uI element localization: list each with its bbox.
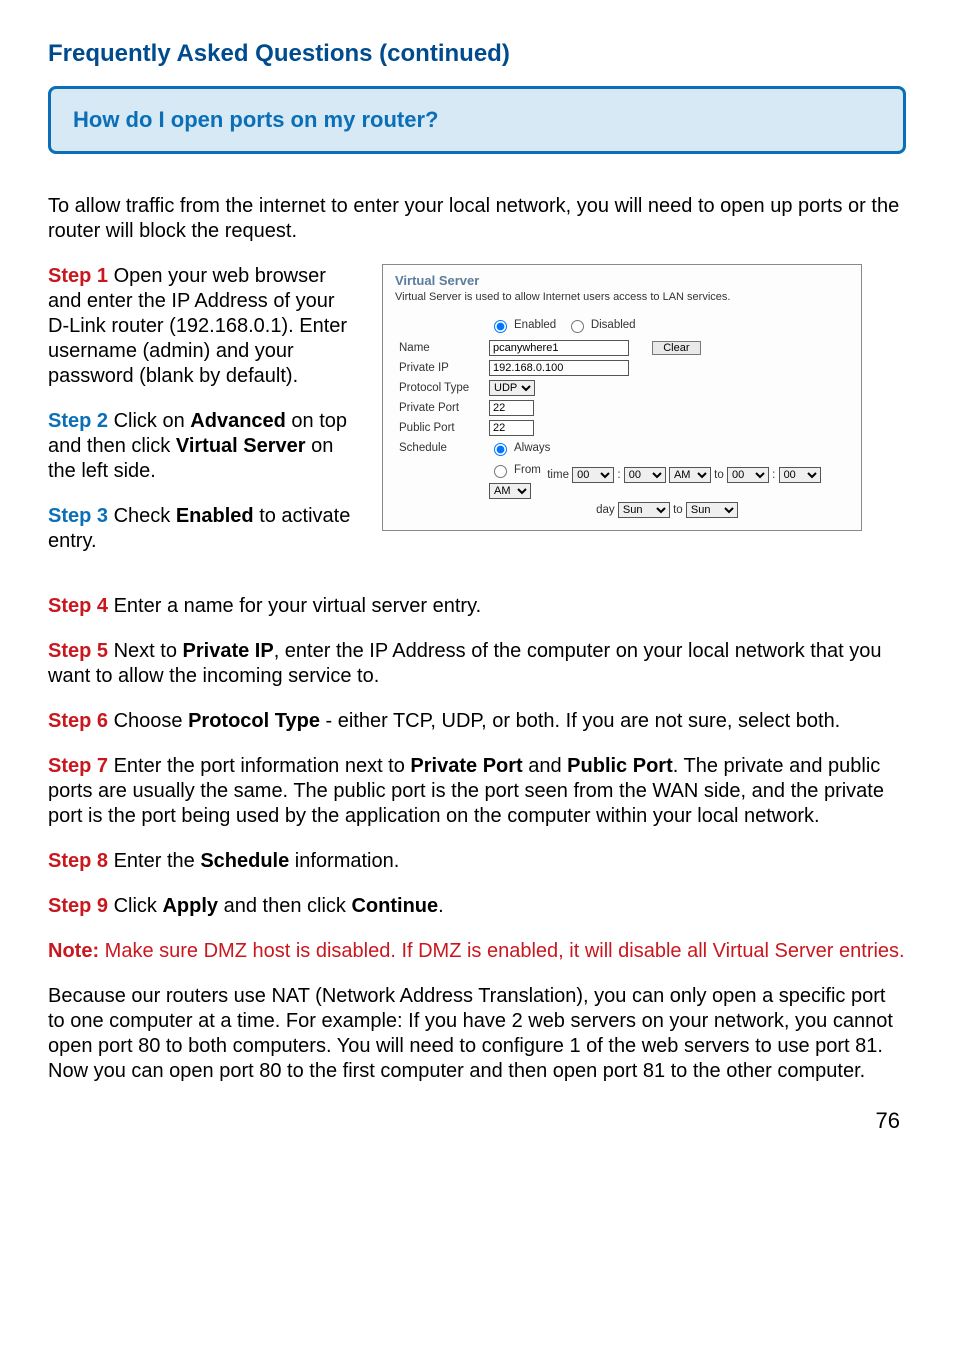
step-6-bold-a: Protocol Type [188, 710, 320, 732]
from-min-select[interactable]: 00 [624, 467, 666, 483]
disabled-radio[interactable] [571, 320, 584, 333]
step-1-label: Step 1 [48, 265, 108, 287]
private-ip-input[interactable] [489, 360, 629, 376]
step-4: Step 4 Enter a name for your virtual ser… [48, 594, 906, 619]
virtual-server-panel: Virtual Server Virtual Server is used to… [382, 264, 862, 531]
step-3-label: Step 3 [48, 505, 108, 527]
note-text: Make sure DMZ host is disabled. If DMZ i… [99, 940, 905, 962]
from-hour-select[interactable]: 00 [572, 467, 614, 483]
step-4-text: Enter a name for your virtual server ent… [108, 595, 481, 617]
step-9-bold-a: Apply [162, 895, 218, 917]
step-7: Step 7 Enter the port information next t… [48, 754, 906, 829]
step-9-text-b: and then click [218, 895, 351, 917]
step-3-text-a: Check [108, 505, 176, 527]
name-label: Name [395, 338, 485, 358]
step-8-label: Step 8 [48, 850, 108, 872]
step-5-text-a: Next to [108, 640, 182, 662]
step-7-label: Step 7 [48, 755, 108, 777]
private-port-label: Private Port [395, 398, 485, 418]
page-title: Frequently Asked Questions (continued) [48, 40, 906, 68]
note: Note: Make sure DMZ host is disabled. If… [48, 939, 906, 964]
day-from-select[interactable]: Sun [618, 502, 670, 518]
from-radio[interactable] [494, 465, 507, 478]
enabled-label: Enabled [514, 319, 556, 331]
step-2-bold-a: Advanced [190, 410, 286, 432]
step-9-text-c: . [438, 895, 444, 917]
step-5-bold-a: Private IP [183, 640, 274, 662]
step-3-bold-a: Enabled [176, 505, 254, 527]
always-radio[interactable] [494, 443, 507, 456]
schedule-label: Schedule [395, 438, 485, 520]
question-text: How do I open ports on my router? [73, 107, 881, 133]
to-hour-select[interactable]: 00 [727, 467, 769, 483]
step-5: Step 5 Next to Private IP, enter the IP … [48, 639, 906, 689]
to-label-1: to [714, 469, 724, 481]
step-9-text-a: Click [108, 895, 162, 917]
step-7-bold-b: Public Port [567, 755, 673, 777]
protocol-select[interactable]: UDP [489, 380, 535, 396]
step-4-label: Step 4 [48, 595, 108, 617]
public-port-input[interactable] [489, 420, 534, 436]
step-2: Step 2 Click on Advanced on top and then… [48, 409, 358, 484]
panel-title: Virtual Server [395, 273, 849, 288]
private-ip-label: Private IP [395, 358, 485, 378]
step-6: Step 6 Choose Protocol Type - either TCP… [48, 709, 906, 734]
step-7-text-a: Enter the port information next to [108, 755, 410, 777]
step-6-label: Step 6 [48, 710, 108, 732]
note-label: Note: [48, 940, 99, 962]
question-box: How do I open ports on my router? [48, 86, 906, 154]
disabled-label: Disabled [591, 319, 636, 331]
step-6-text-a: Choose [108, 710, 188, 732]
from-ampm-select[interactable]: AM [669, 467, 711, 483]
enabled-radio[interactable] [494, 320, 507, 333]
intro-text: To allow traffic from the internet to en… [48, 194, 906, 244]
day-to-select[interactable]: Sun [686, 502, 738, 518]
to-ampm-select[interactable]: AM [489, 483, 531, 499]
step-9-label: Step 9 [48, 895, 108, 917]
step-1: Step 1 Open your web browser and enter t… [48, 264, 358, 389]
page-number: 76 [48, 1108, 906, 1134]
step-8: Step 8 Enter the Schedule information. [48, 849, 906, 874]
from-label: From [514, 464, 541, 476]
time-label: time [547, 469, 569, 481]
nat-text: Because our routers use NAT (Network Add… [48, 984, 906, 1084]
protocol-label: Protocol Type [395, 378, 485, 398]
step-3: Step 3 Check Enabled to activate entry. [48, 504, 358, 554]
to-label-2: to [673, 504, 683, 516]
panel-desc: Virtual Server is used to allow Internet… [395, 291, 849, 303]
step-8-text-b: information. [289, 850, 399, 872]
private-port-input[interactable] [489, 400, 534, 416]
step-2-text-a: Click on [108, 410, 190, 432]
step-7-text-b: and [523, 755, 567, 777]
step-5-label: Step 5 [48, 640, 108, 662]
day-label: day [596, 504, 615, 516]
step-2-bold-b: Virtual Server [176, 435, 306, 457]
step-6-text-b: - either TCP, UDP, or both. If you are n… [320, 710, 840, 732]
step-9: Step 9 Click Apply and then click Contin… [48, 894, 906, 919]
to-min-select[interactable]: 00 [779, 467, 821, 483]
public-port-label: Public Port [395, 418, 485, 438]
step-2-label: Step 2 [48, 410, 108, 432]
clear-button[interactable]: Clear [652, 341, 700, 355]
step-8-bold-a: Schedule [200, 850, 289, 872]
step-9-bold-b: Continue [351, 895, 438, 917]
step-7-bold-a: Private Port [410, 755, 522, 777]
step-8-text-a: Enter the [108, 850, 200, 872]
name-input[interactable] [489, 340, 629, 356]
always-label: Always [514, 442, 550, 454]
